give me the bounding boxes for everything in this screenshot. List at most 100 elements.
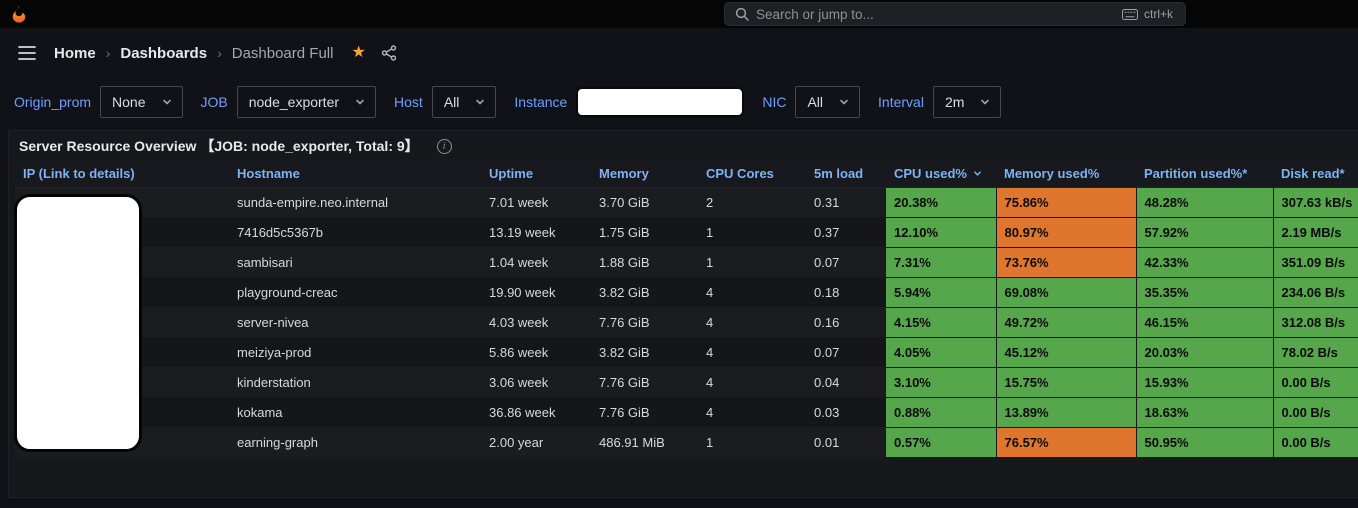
uptime-cell: 4.03 week [489, 314, 549, 330]
column-header-3[interactable]: Memory [591, 161, 698, 188]
memory-cell: 3.82 GiB [599, 284, 650, 300]
panel-title: Server Resource Overview 【JOB: node_expo… [19, 138, 419, 154]
load-5m-cell: 0.04 [814, 374, 840, 390]
column-header-1[interactable]: Hostname [229, 161, 481, 188]
memory-used-cell: 15.75% [996, 367, 1137, 398]
memory-used-cell: 45.12% [996, 337, 1137, 368]
memory-cell: 3.82 GiB [599, 344, 650, 360]
column-header-label: 5m load [814, 166, 864, 182]
table-row: kinderstation 3.06 week 7.76 GiB 4 0.04 3.10%… [15, 367, 1358, 398]
filter-value-text: All [443, 94, 460, 110]
memory-used-cell: 69.08% [996, 277, 1137, 308]
share-icon[interactable] [381, 45, 397, 61]
disk-read-cell: 0.00 B/s [1273, 397, 1358, 428]
disk-read-cell: 0.00 B/s [1273, 427, 1358, 458]
memory-used-cell: 73.76% [996, 247, 1137, 278]
table-row: 7416d5c5367b 13.19 week 1.75 GiB 1 0.37 12.10… [15, 217, 1358, 248]
table-row: meiziya-prod 5.86 week 3.82 GiB 4 0.07 4.05% 4… [15, 337, 1358, 368]
column-header-label: IP (Link to details) [23, 166, 135, 182]
breadcrumb-separator-icon: › [217, 45, 222, 61]
load-5m-cell: 0.18 [814, 284, 840, 300]
column-header-label: Hostname [237, 166, 300, 182]
uptime-cell: 1.04 week [489, 254, 549, 270]
cpu-cores-cell: 1 [706, 254, 714, 270]
uptime-cell: 5.86 week [489, 344, 549, 360]
column-header-6[interactable]: CPU used% [886, 161, 996, 188]
breadcrumb-dashboards[interactable]: Dashboards [120, 45, 207, 62]
favorite-star-icon[interactable]: ★ [351, 45, 365, 61]
filter-value-redacted[interactable] [576, 87, 745, 117]
column-header-7[interactable]: Memory used% [996, 161, 1136, 188]
cpu-cores-cell: 1 [706, 224, 714, 240]
filter-job: JOB node_exporter [201, 86, 377, 118]
breadcrumb-home[interactable]: Home [54, 45, 96, 62]
info-icon[interactable]: i [436, 138, 452, 154]
cpu-used-cell: 0.88% [886, 397, 997, 428]
disk-read-cell: 312.08 B/s [1273, 307, 1358, 338]
panel-header: Server Resource Overview 【JOB: node_expo… [9, 131, 1358, 161]
filter-value-text: None [112, 94, 146, 110]
column-header-9[interactable]: Disk read* [1273, 161, 1358, 188]
disk-read-cell: 351.09 B/s [1273, 247, 1358, 278]
column-header-8[interactable]: Partition used%* [1136, 161, 1273, 188]
breadcrumb-current: Dashboard Full [231, 44, 334, 62]
breadcrumb-separator-icon: › [105, 45, 111, 61]
filter-dropdown[interactable]: None [100, 86, 183, 118]
column-header-0[interactable]: IP (Link to details) [15, 161, 229, 188]
partition-used-cell: 15.93% [1136, 367, 1274, 398]
load-5m-cell: 0.03 [814, 404, 840, 420]
disk-read-cell: 307.63 kB/s [1273, 187, 1358, 218]
column-header-label: Uptime [489, 166, 534, 182]
table-row: sunda-empire.neo.internal 7.01 week 3.70 G… [15, 187, 1358, 218]
menu-icon[interactable] [18, 46, 36, 60]
memory-cell: 1.88 GiB [599, 254, 650, 270]
filter-dropdown[interactable]: node_exporter [236, 86, 377, 118]
uptime-cell: 36.86 week [489, 404, 556, 420]
filter-dropdown[interactable]: 2m [932, 86, 1002, 118]
filter-interval: Interval 2m [878, 86, 1002, 118]
column-header-label: CPU used% [894, 166, 967, 182]
filter-dropdown[interactable]: All [795, 86, 861, 118]
filter-instance: Instance [514, 87, 745, 117]
filter-value-text: All [807, 94, 824, 110]
table-row: sambisari 1.04 week 1.88 GiB 1 0.07 7.31% 73.7… [15, 247, 1358, 278]
partition-used-cell: 18.63% [1136, 397, 1274, 428]
table-row: kokama 36.86 week 7.76 GiB 4 0.03 0.88% 13.89%… [15, 397, 1358, 428]
filter-value-text: node_exporter [248, 94, 340, 110]
column-header-label: CPU Cores [706, 166, 774, 182]
disk-read-cell: 234.06 B/s [1273, 277, 1358, 308]
column-header-2[interactable]: Uptime [481, 161, 591, 188]
chevron-down-icon [162, 99, 171, 105]
column-header-4[interactable]: CPU Cores [698, 161, 806, 188]
uptime-cell: 19.90 week [489, 284, 556, 300]
memory-cell: 1.75 GiB [599, 224, 650, 240]
load-5m-cell: 0.16 [814, 314, 840, 330]
shortcut-text: ctrl+k [1143, 7, 1173, 21]
hostname-cell: kokama [237, 404, 283, 420]
memory-used-cell: 76.57% [996, 427, 1137, 458]
column-header-label: Memory [599, 166, 649, 182]
load-5m-cell: 0.07 [814, 344, 840, 360]
cpu-cores-cell: 4 [706, 314, 714, 330]
filter-value-text: 2m [944, 94, 965, 110]
hostname-cell: playground-creac [237, 284, 338, 300]
partition-used-cell: 46.15% [1136, 307, 1274, 338]
grafana-logo[interactable] [9, 4, 29, 24]
column-header-label: Partition used%* [1144, 166, 1248, 182]
search-input[interactable]: Search or jump to... ctrl+k [724, 2, 1186, 26]
partition-used-cell: 42.33% [1136, 247, 1274, 278]
breadcrumb: Home › Dashboards › Dashboard Full [54, 45, 333, 62]
memory-used-cell: 80.97% [996, 217, 1137, 248]
load-5m-cell: 0.07 [814, 254, 840, 270]
hostname-cell: kinderstation [237, 374, 311, 390]
disk-read-cell: 2.19 MB/s [1273, 217, 1358, 248]
table-row: server-nivea 4.03 week 7.76 GiB 4 0.16 4.15% 4… [15, 307, 1358, 338]
filter-dropdown[interactable]: All [431, 86, 497, 118]
chevron-down-icon [981, 99, 990, 105]
chevron-down-icon [356, 99, 364, 105]
column-header-label: Memory used% [1004, 166, 1100, 182]
column-header-5[interactable]: 5m load [806, 161, 886, 188]
filter-label: Origin_prom [14, 94, 92, 110]
server-table: IP (Link to details) Hostname Uptime Memory… [15, 161, 1358, 458]
chevron-down-icon [840, 99, 848, 105]
